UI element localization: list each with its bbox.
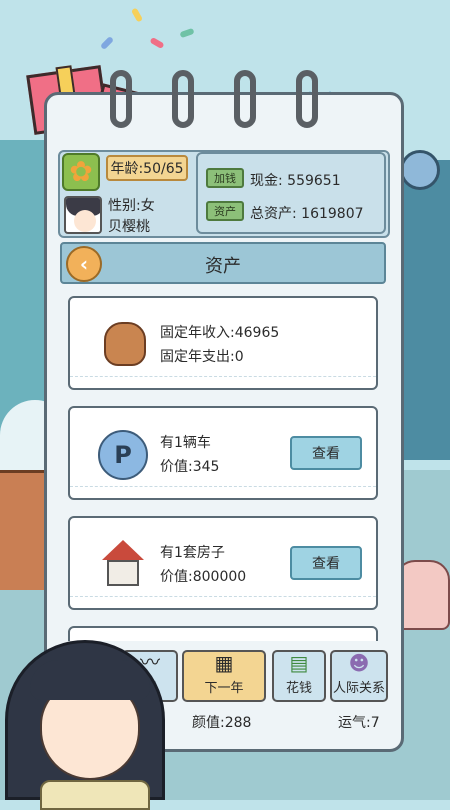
luck-stat: 运气:7 <box>338 715 380 731</box>
back-button[interactable]: ‹ <box>66 246 102 282</box>
house-roof <box>102 540 144 560</box>
car-card: P 有1辆车 价值:345 查看 <box>68 406 378 500</box>
spend-money-label: 花钱 <box>285 681 312 696</box>
annual-expense: 固定年支出:0 <box>160 349 244 365</box>
spend-money-button[interactable]: ▤ 花钱 <box>272 650 326 702</box>
house-wall <box>107 560 139 586</box>
assets-button[interactable]: 资产 <box>206 201 244 221</box>
house-icon <box>102 540 144 586</box>
income-card: 固定年收入:46965 固定年支出:0 <box>68 296 378 390</box>
settings-button[interactable]: ✿ <box>62 153 100 191</box>
page-title: 资产 <box>205 256 241 277</box>
snow-decoration <box>70 486 376 498</box>
tower-top <box>400 150 440 190</box>
snow-decoration <box>70 376 376 388</box>
people-icon: ☻ <box>348 651 370 675</box>
house-count: 有1套房子 <box>160 545 225 561</box>
relationships-button[interactable]: ☻ 人际关系 <box>330 650 388 702</box>
character-sweater <box>40 780 150 810</box>
ring <box>296 70 318 128</box>
avatar-face <box>74 210 96 232</box>
calendar-icon: ▦ <box>214 651 234 675</box>
next-card-partial <box>68 626 378 641</box>
avatar[interactable] <box>64 196 102 234</box>
view-house-button[interactable]: 查看 <box>290 546 362 580</box>
house-value: 价值:800000 <box>160 569 247 585</box>
ring <box>172 70 194 128</box>
house-card: 有1套房子 价值:800000 查看 <box>68 516 378 610</box>
character-illustration <box>0 640 180 810</box>
banknotes-icon: ▤ <box>289 651 309 675</box>
car-count: 有1辆车 <box>160 435 211 451</box>
cash-label: 现金: 559651 <box>250 173 341 189</box>
asset-list[interactable]: 固定年收入:46965 固定年支出:0 P 有1辆车 价值:345 查看 有1套… <box>60 286 386 641</box>
view-car-button[interactable]: 查看 <box>290 436 362 470</box>
gender-label: 性别:女 <box>108 198 155 214</box>
relationships-label: 人际关系 <box>332 681 385 696</box>
ring <box>110 70 132 128</box>
chevron-left-icon: ‹ <box>79 252 89 276</box>
annual-income: 固定年收入:46965 <box>160 325 280 341</box>
age-badge: 年龄:50/65 <box>106 155 188 181</box>
total-assets-label: 总资产: 1619807 <box>250 206 364 222</box>
ring <box>234 70 256 128</box>
player-name: 贝樱桃 <box>108 219 150 235</box>
car-value: 价值:345 <box>160 459 220 475</box>
next-year-button[interactable]: ▦ 下一年 <box>182 650 266 702</box>
gear-icon: ✿ <box>69 155 93 188</box>
add-money-button[interactable]: 加钱 <box>206 168 244 188</box>
snow-decoration <box>70 596 376 608</box>
money-bag-icon <box>104 322 146 366</box>
next-year-label: 下一年 <box>204 681 244 696</box>
character-bangs <box>30 660 150 700</box>
notebook-rings <box>110 70 330 140</box>
car-icon: P <box>98 430 148 480</box>
beauty-stat: 颜值:288 <box>192 715 252 731</box>
